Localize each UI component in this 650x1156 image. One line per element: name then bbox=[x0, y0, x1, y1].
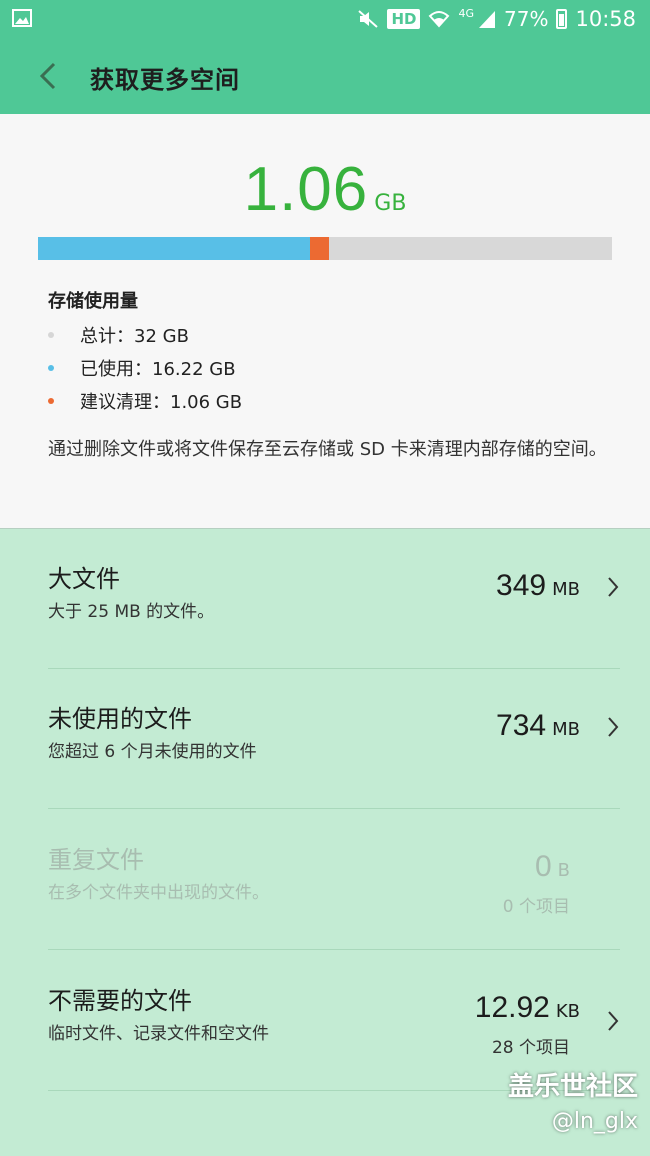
item-size-value: 12.92 bbox=[474, 991, 550, 1024]
usage-legend: 总计：32 GB 已使用：16.22 GB 建议清理：1.06 GB bbox=[48, 318, 242, 417]
item-size-value: 349 bbox=[496, 569, 547, 602]
item-title: 不需要的文件 bbox=[48, 987, 192, 1015]
watermark-line2: @ln_glx bbox=[551, 1109, 638, 1134]
item-size: 0B bbox=[535, 850, 570, 884]
legend-suggested-dot bbox=[48, 397, 54, 404]
suggested-total: 1.06 GB bbox=[0, 154, 650, 225]
legend-suggested: 建议清理：1.06 GB bbox=[48, 384, 242, 417]
divider bbox=[48, 808, 620, 809]
legend-used-label: 已使用：16.22 GB bbox=[80, 358, 236, 380]
legend-used-dot bbox=[48, 364, 54, 371]
item-title: 未使用的文件 bbox=[48, 705, 192, 733]
status-icons: HD 4G 77% 10:58 bbox=[357, 6, 636, 32]
item-size-value: 734 bbox=[496, 709, 547, 742]
app-bar: 获取更多空间 bbox=[0, 38, 650, 114]
legend-used: 已使用：16.22 GB bbox=[48, 351, 242, 384]
watermark: 盖乐世社区 @ln_glx bbox=[508, 1066, 638, 1134]
status-bar: HD 4G 77% 10:58 bbox=[0, 0, 650, 38]
watermark-line1: 盖乐世社区 bbox=[507, 1072, 638, 1102]
battery-percent: 77% bbox=[504, 7, 549, 31]
network-type: 4G bbox=[458, 6, 475, 20]
item-subtitle: 您超过 6 个月未使用的文件 bbox=[48, 742, 257, 762]
page-title: 获取更多空间 bbox=[90, 66, 240, 94]
chevron-right-icon bbox=[608, 717, 619, 737]
legend-suggested-label: 建议清理：1.06 GB bbox=[80, 391, 243, 413]
item-size-value: 0 bbox=[534, 850, 552, 883]
item-size-unit: MB bbox=[552, 719, 580, 740]
suggested-amount: 1.06 bbox=[243, 155, 369, 224]
storage-bar bbox=[38, 237, 612, 260]
item-subtitle: 临时文件、记录文件和空文件 bbox=[48, 1024, 269, 1044]
suggested-unit: GB bbox=[374, 191, 407, 216]
hd-badge: HD bbox=[387, 9, 421, 29]
chevron-right-icon bbox=[608, 577, 619, 597]
usage-title: 存储使用量 bbox=[48, 291, 138, 312]
clock: 10:58 bbox=[575, 7, 636, 31]
item-size-unit: KB bbox=[555, 1001, 580, 1022]
item-size: 349 MB bbox=[496, 569, 580, 603]
item-size-unit: MB bbox=[552, 579, 580, 600]
storage-bar-used bbox=[38, 237, 310, 260]
list-item-duplicate-files: 重复文件 在多个文件夹中出现的文件。 0B 0 个项目 bbox=[0, 810, 650, 950]
item-count: 28 个项目 bbox=[491, 1038, 570, 1058]
legend-total-dot bbox=[48, 331, 54, 338]
item-subtitle: 在多个文件夹中出现的文件。 bbox=[48, 883, 269, 903]
signal-icon bbox=[479, 11, 496, 28]
wifi-icon bbox=[429, 11, 450, 28]
legend-total: 总计：32 GB bbox=[48, 318, 242, 351]
summary-description: 通过删除文件或将文件保存至云存储或 SD 卡来清理内部存储的空间。 bbox=[48, 439, 607, 460]
item-title: 大文件 bbox=[48, 565, 120, 593]
item-title: 重复文件 bbox=[48, 846, 144, 874]
chevron-right-icon bbox=[608, 1011, 619, 1031]
gallery-icon bbox=[12, 9, 32, 27]
storage-bar-suggested bbox=[309, 237, 329, 260]
mute-vibrate-icon bbox=[358, 10, 379, 28]
list-item-unused-files[interactable]: 未使用的文件 您超过 6 个月未使用的文件 734 MB bbox=[0, 669, 650, 809]
list-item-large-files[interactable]: 大文件 大于 25 MB 的文件。 349 MB bbox=[0, 529, 650, 669]
item-size-unit: B bbox=[557, 860, 570, 881]
divider bbox=[48, 949, 620, 950]
item-count: 0 个项目 bbox=[502, 897, 570, 917]
battery-icon bbox=[556, 9, 568, 29]
item-size: 734 MB bbox=[496, 709, 580, 743]
item-size: 12.92 KB bbox=[475, 991, 580, 1025]
back-arrow-icon[interactable] bbox=[34, 60, 64, 92]
item-subtitle: 大于 25 MB 的文件。 bbox=[48, 602, 215, 622]
legend-total-label: 总计：32 GB bbox=[80, 325, 189, 347]
storage-summary: 1.06 GB 存储使用量 总计：32 GB 已使用：16.22 GB 建议清理：… bbox=[0, 114, 650, 529]
